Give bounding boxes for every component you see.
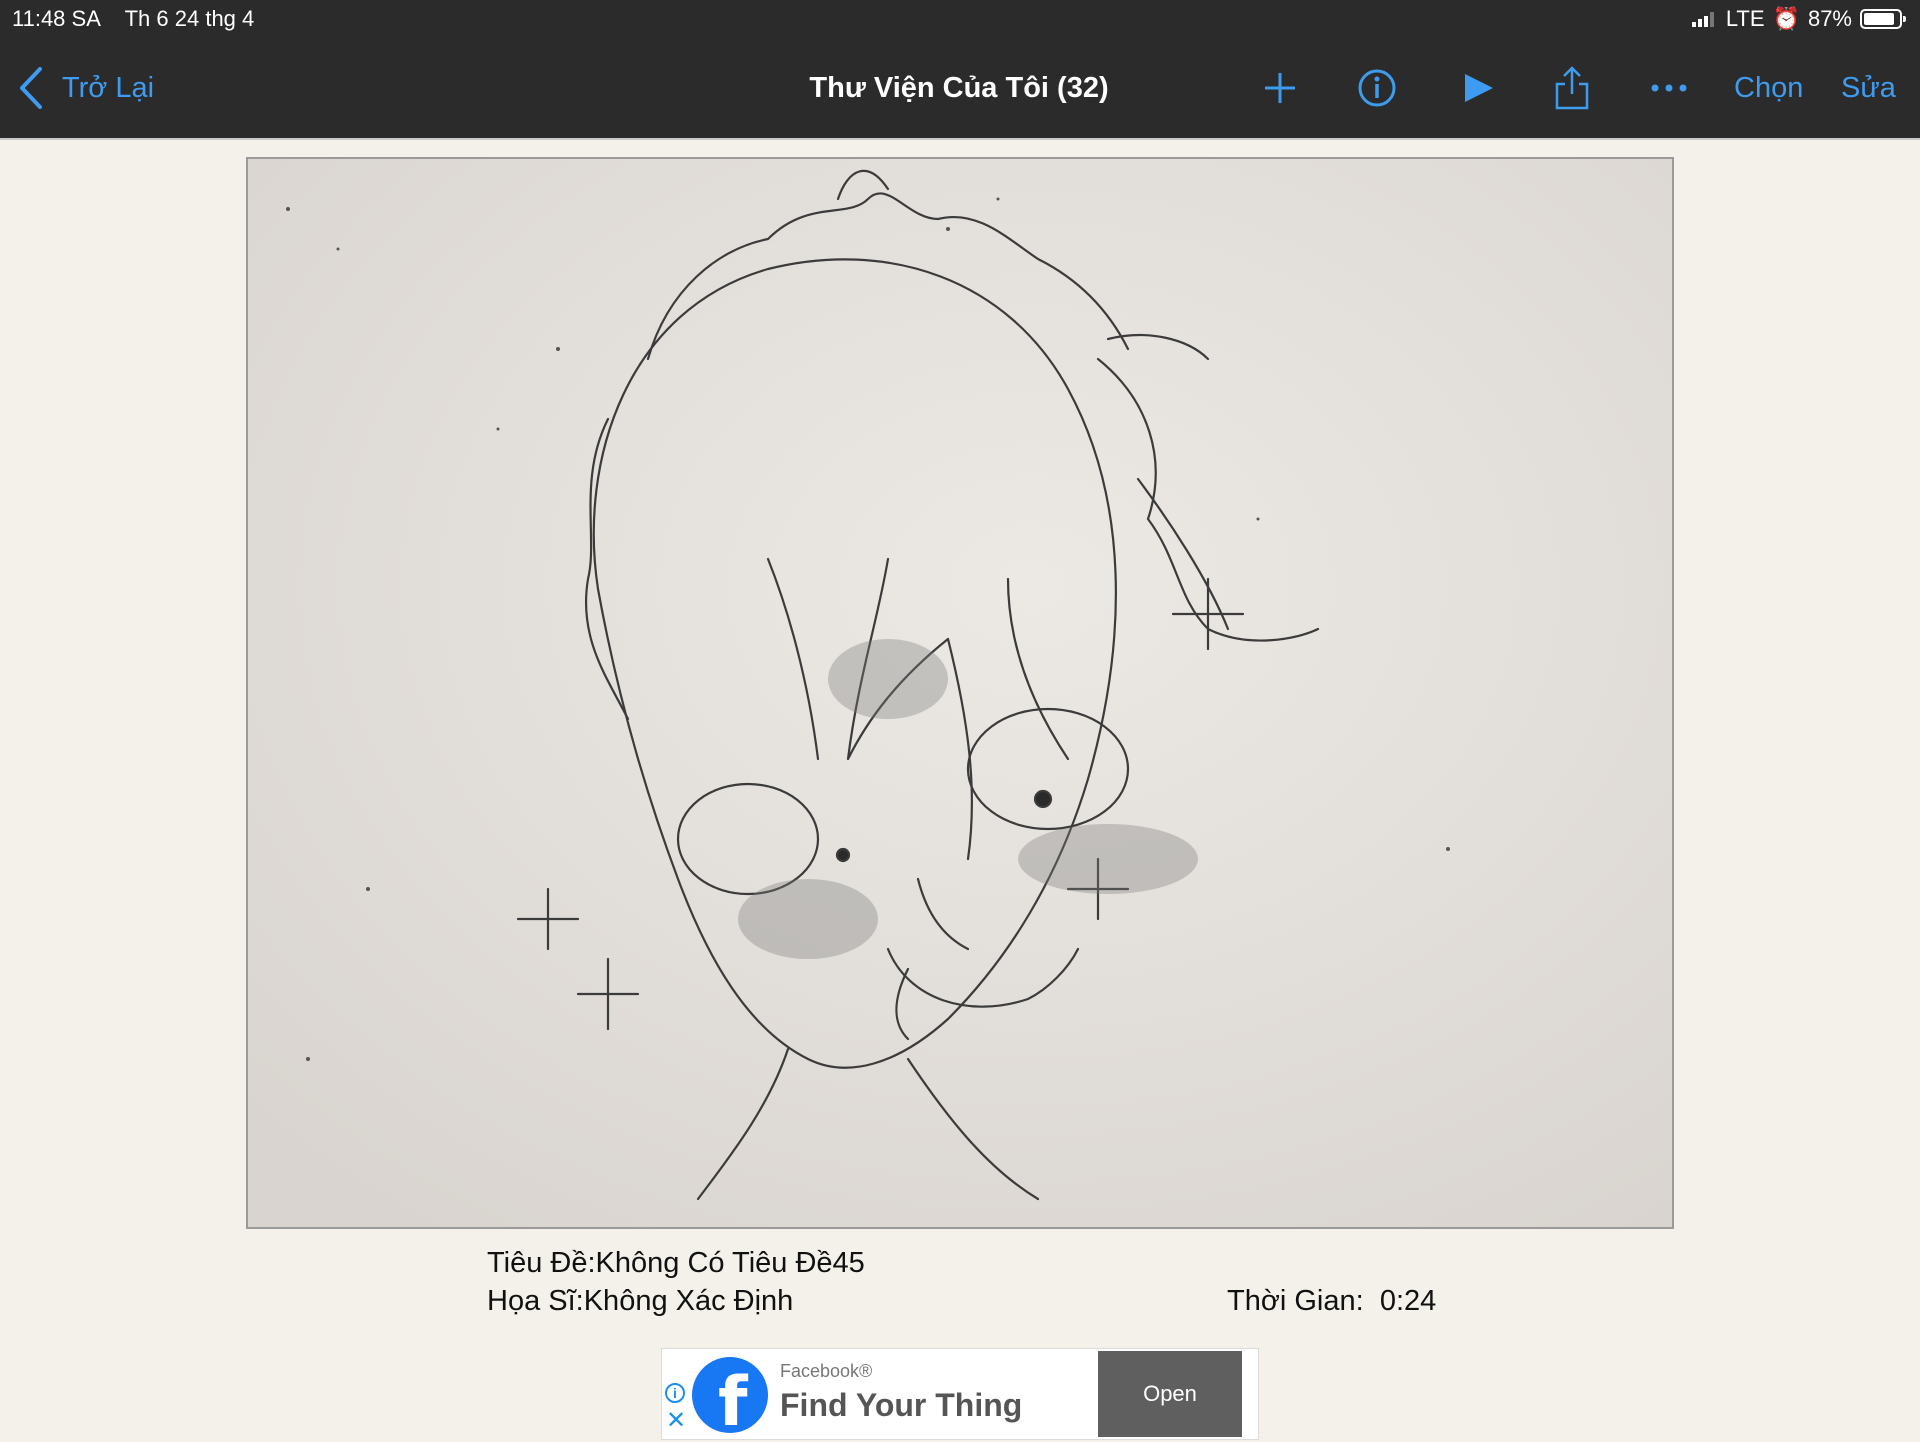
artwork-artist-row: Họa Sĩ:Không Xác Định (487, 1285, 793, 1318)
status-time: 11:48 SA (12, 6, 101, 31)
battery-icon (1860, 9, 1906, 29)
play-button[interactable] (1462, 62, 1496, 114)
artwork-time-row: Thời Gian: 0:24 (1227, 1285, 1436, 1318)
time-value: 0:24 (1379, 1285, 1437, 1317)
ad-close-icon[interactable]: ✕ (666, 1409, 686, 1433)
ad-banner[interactable]: i ✕ f Facebook® Find Your Thing Open (661, 1348, 1259, 1442)
artist-value: Không Xác Định (583, 1285, 794, 1317)
title-value: Không Có Tiêu Đề45 (595, 1247, 865, 1279)
info-icon (1358, 69, 1396, 107)
artwork-image[interactable] (246, 157, 1674, 1229)
plus-icon (1265, 73, 1295, 103)
status-bar: 11:48 SA Th 6 24 thg 4 LTE ⏰ 87% (0, 0, 1920, 38)
alarm-icon: ⏰ (1772, 6, 1800, 31)
select-button[interactable]: Chọn (1734, 72, 1803, 105)
navigation-bar: Trở Lại Thư Viện Của Tôi (32) Chọn Sửa (0, 38, 1920, 140)
play-icon (1465, 74, 1493, 102)
page-title-text: Thư Viện Của Tôi (32) (809, 72, 1109, 104)
time-label: Thời Gian: (1227, 1285, 1364, 1317)
info-button[interactable] (1356, 62, 1398, 114)
ad-info-icon[interactable]: i (665, 1383, 685, 1403)
edit-button[interactable]: Sửa (1841, 72, 1896, 105)
ad-headline: Find Your Thing (780, 1387, 1023, 1423)
network-type: LTE (1725, 6, 1765, 31)
battery-percent: 87% (1807, 6, 1852, 31)
more-icon (1651, 84, 1687, 92)
artwork-title-row: Tiêu Đề:Không Có Tiêu Đề45 (487, 1247, 865, 1280)
pencil-sketch-image (248, 159, 1672, 1227)
page-title: Thư Viện Của Tôi (32) (0, 72, 1920, 105)
facebook-logo-icon: f (692, 1357, 768, 1442)
share-button[interactable] (1554, 62, 1590, 114)
status-date: Th 6 24 thg 4 (124, 6, 255, 31)
artist-label: Họa Sĩ: (487, 1285, 584, 1317)
share-icon (1555, 66, 1589, 110)
ad-open-button[interactable]: Open (1098, 1351, 1242, 1437)
add-button[interactable] (1262, 62, 1298, 114)
title-label: Tiêu Đề: (487, 1247, 596, 1279)
ad-sponsor: Facebook® (780, 1361, 873, 1381)
more-button[interactable] (1650, 62, 1688, 114)
cellular-signal-icon (1691, 11, 1714, 27)
